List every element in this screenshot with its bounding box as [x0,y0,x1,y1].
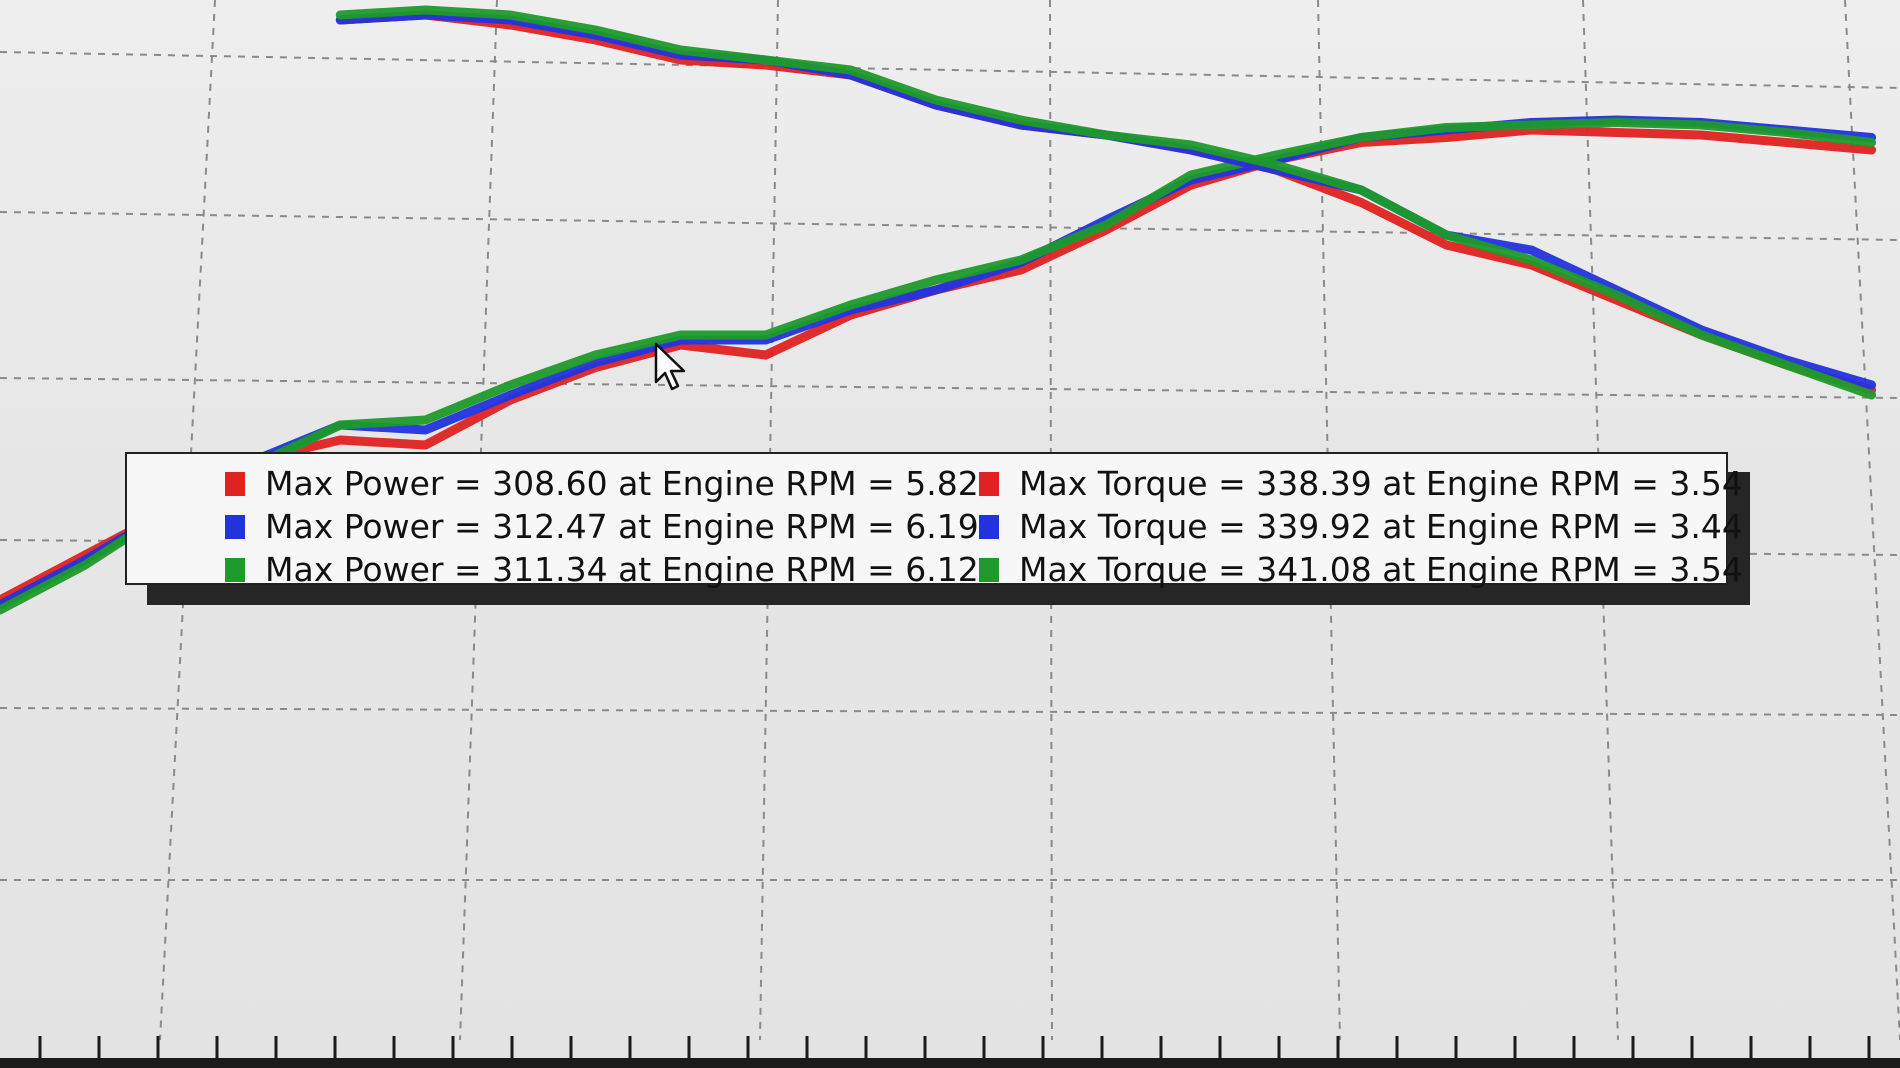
dyno-screen: Max Power = 308.60 at Engine RPM = 5.82 … [0,0,1900,1068]
legend-row: Max Power = 312.47 at Engine RPM = 6.19 [225,505,979,548]
max-power-run-3: Max Power = 311.34 at Engine RPM = 6.12 [265,550,979,589]
legend-row: Max Torque = 339.92 at Engine RPM = 3.44 [979,505,1743,548]
max-power-column: Max Power = 308.60 at Engine RPM = 5.82 … [225,462,979,591]
blue-swatch [225,514,245,539]
red-swatch [225,471,245,496]
x-axis-line [0,1058,1900,1068]
series-line-4 [335,10,1877,395]
grid-line-horizontal [0,707,1900,716]
max-power-run-1: Max Power = 308.60 at Engine RPM = 5.82 [265,464,979,503]
legend-row: Max Torque = 341.08 at Engine RPM = 3.54 [979,548,1743,591]
series-line-5 [335,10,1877,390]
legend-row: Max Torque = 338.39 at Engine RPM = 3.54 [979,462,1743,505]
x-axis-ticks [0,1036,1900,1068]
green-swatch [979,557,999,582]
max-torque-column: Max Torque = 338.39 at Engine RPM = 3.54… [979,462,1743,591]
legend-row: Max Power = 311.34 at Engine RPM = 6.12 [225,548,979,591]
max-torque-run-2: Max Torque = 339.92 at Engine RPM = 3.44 [1019,507,1743,546]
max-torque-run-3: Max Torque = 341.08 at Engine RPM = 3.54 [1019,550,1743,589]
max-power-run-2: Max Power = 312.47 at Engine RPM = 6.19 [265,507,979,546]
green-swatch [225,557,245,582]
grid-line-horizontal [0,51,1900,89]
results-legend: Max Power = 308.60 at Engine RPM = 5.82 … [125,452,1743,589]
grid-line-horizontal [0,211,1900,241]
legend-row: Max Power = 308.60 at Engine RPM = 5.82 [225,462,979,505]
mouse-pointer-icon [654,342,686,391]
grid-line-horizontal [0,377,1900,399]
blue-swatch [979,514,999,539]
max-torque-run-1: Max Torque = 338.39 at Engine RPM = 3.54 [1019,464,1743,503]
grid-line-vertical [1844,0,1900,1041]
red-swatch [979,471,999,496]
series-line-6 [335,5,1877,400]
